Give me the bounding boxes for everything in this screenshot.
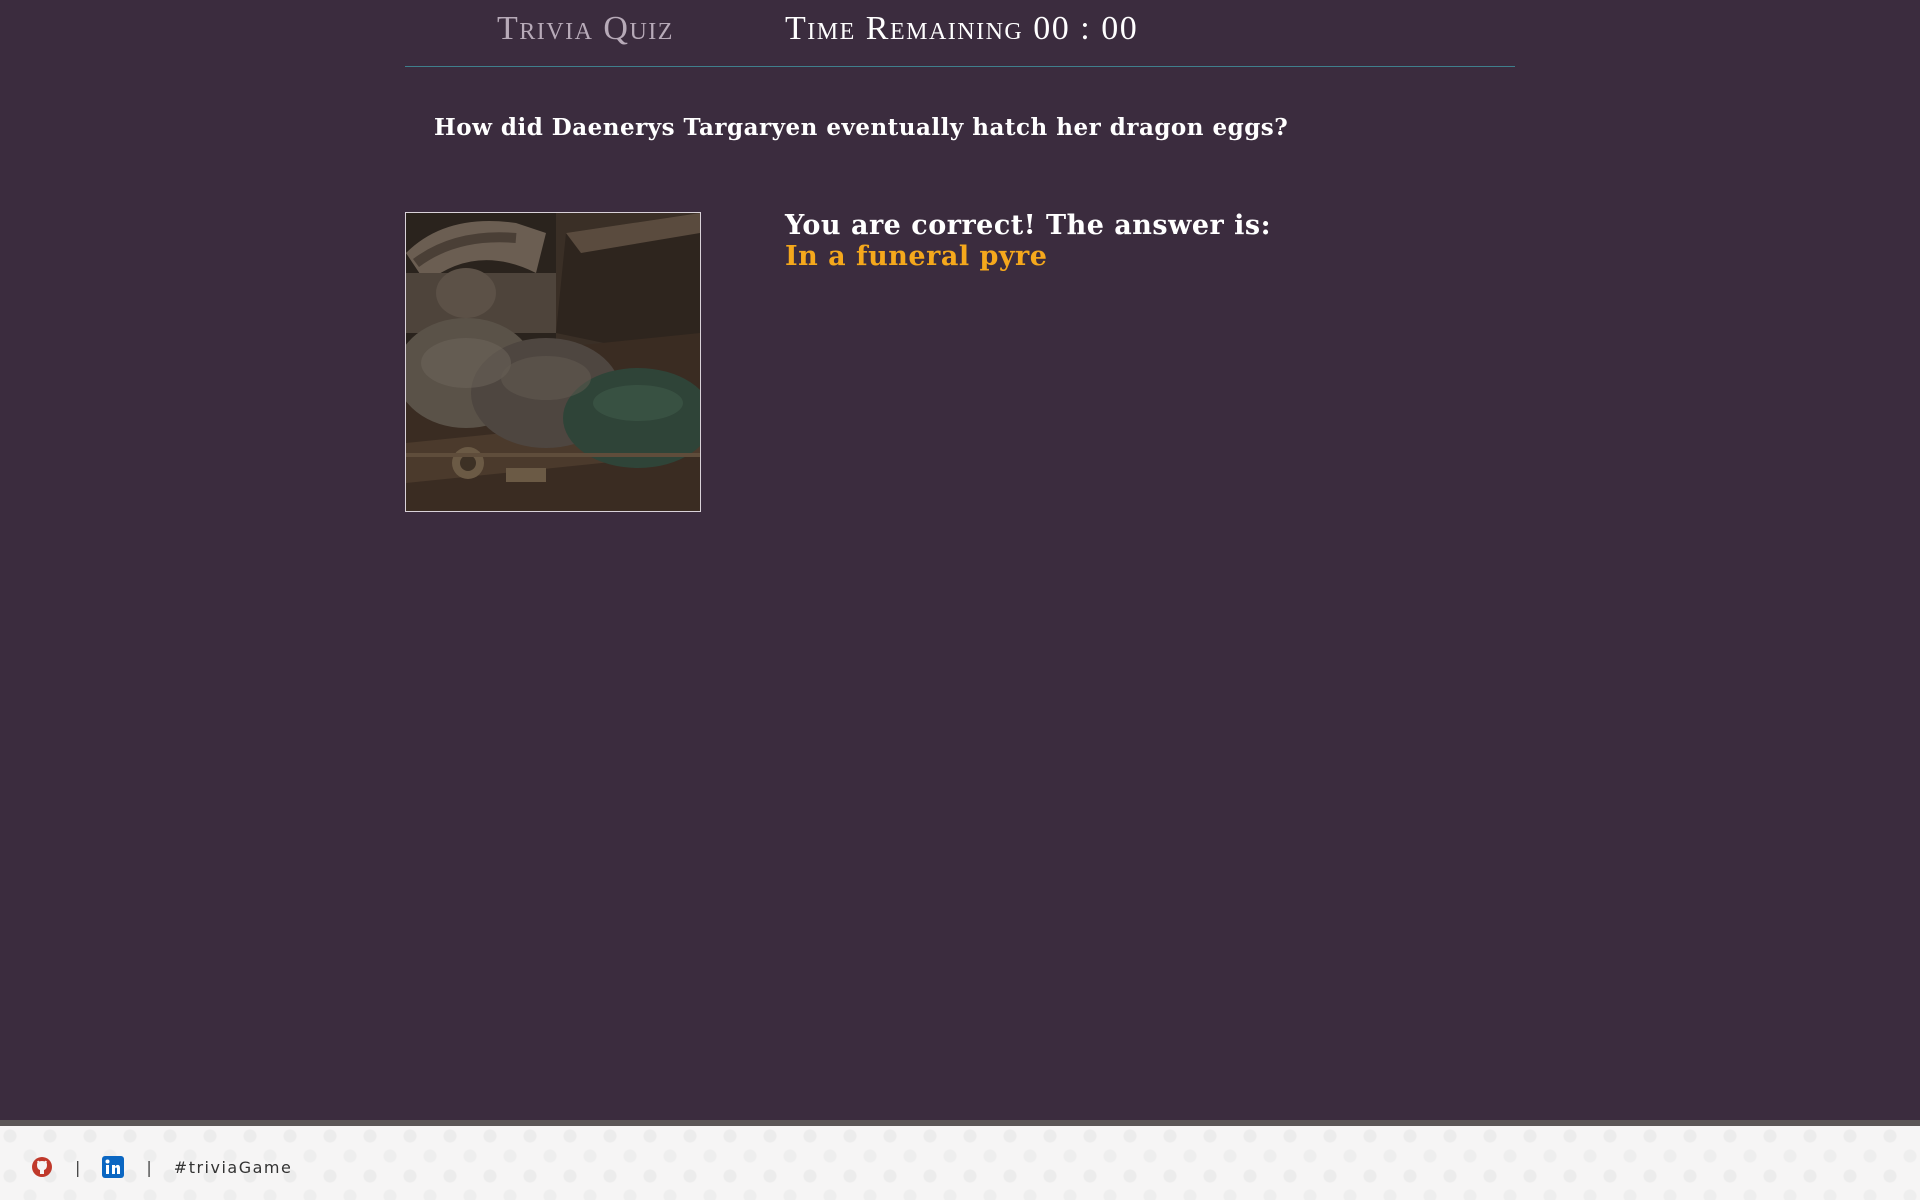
question-text: How did Daenerys Targaryen eventually ha…: [434, 114, 1289, 141]
footer-separator: |: [75, 1157, 81, 1177]
timer-label: Time Remaining: [785, 10, 1024, 47]
footer-links: | | #triviaGame: [31, 1156, 292, 1178]
timer-value: 00 : 00: [1033, 10, 1139, 47]
github-icon[interactable]: [31, 1156, 53, 1178]
dragon-eggs-image: [406, 213, 700, 511]
answer-image: [405, 212, 701, 512]
footer: | | #triviaGame: [0, 1120, 1920, 1200]
result-panel: You are correct! The answer is: In a fun…: [785, 210, 1271, 272]
correct-answer: In a funeral pyre: [785, 241, 1048, 272]
app-title[interactable]: Trivia Quiz: [497, 10, 674, 48]
result-message: You are correct! The answer is:: [785, 210, 1272, 241]
footer-separator: |: [146, 1157, 152, 1177]
footer-hashtag[interactable]: #triviaGame: [174, 1158, 293, 1177]
linkedin-icon[interactable]: [102, 1156, 125, 1178]
header-bar: Trivia Quiz Time Remaining 00 : 00: [405, 0, 1515, 67]
time-remaining: Time Remaining 00 : 00: [785, 10, 1148, 48]
